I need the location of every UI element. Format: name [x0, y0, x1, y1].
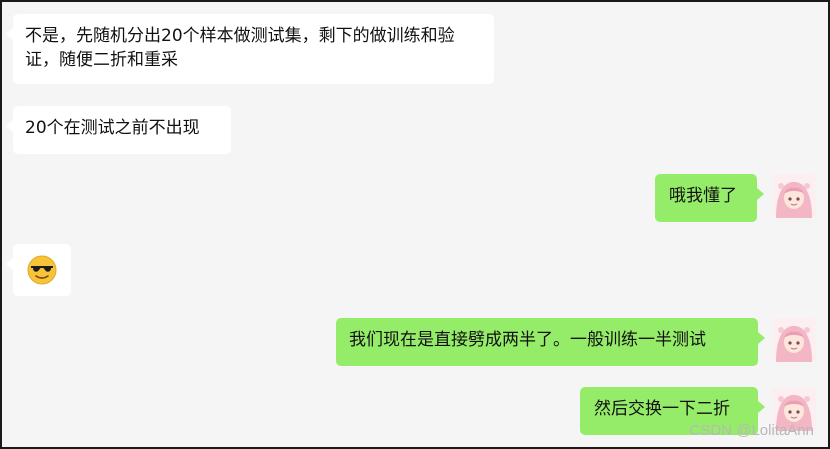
watermark: CSDN @LolitaAnn [689, 422, 814, 439]
outgoing-message[interactable]: 我们现在是直接劈成两半了。一般训练一半测试 [336, 318, 765, 366]
avatar[interactable] [772, 318, 816, 362]
incoming-message[interactable]: 不是，先随机分出20个样本做测试集，剩下的做训练和验证，随便二折和重采 [6, 14, 494, 84]
avatar[interactable] [772, 174, 816, 218]
chat-window: 不是，先随机分出20个样本做测试集，剩下的做训练和验证，随便二折和重采 20个在… [0, 0, 830, 449]
outgoing-message[interactable]: 哦我懂了 [655, 174, 764, 222]
avatar-image [772, 318, 816, 362]
message-text: 20个在测试之前不出现 [25, 118, 200, 138]
message-text: 哦我懂了 [669, 186, 737, 206]
message-text: 然后交换一下二折 [594, 399, 730, 419]
message-text: 不是，先随机分出20个样本做测试集，剩下的做训练和验证，随便二折和重采 [25, 26, 455, 70]
incoming-message[interactable]: 20个在测试之前不出现 [6, 106, 231, 154]
sunglasses-emoji-icon [27, 255, 57, 285]
incoming-message[interactable] [6, 244, 71, 296]
message-text: 我们现在是直接劈成两半了。一般训练一半测试 [349, 330, 706, 350]
avatar-image [772, 174, 816, 218]
